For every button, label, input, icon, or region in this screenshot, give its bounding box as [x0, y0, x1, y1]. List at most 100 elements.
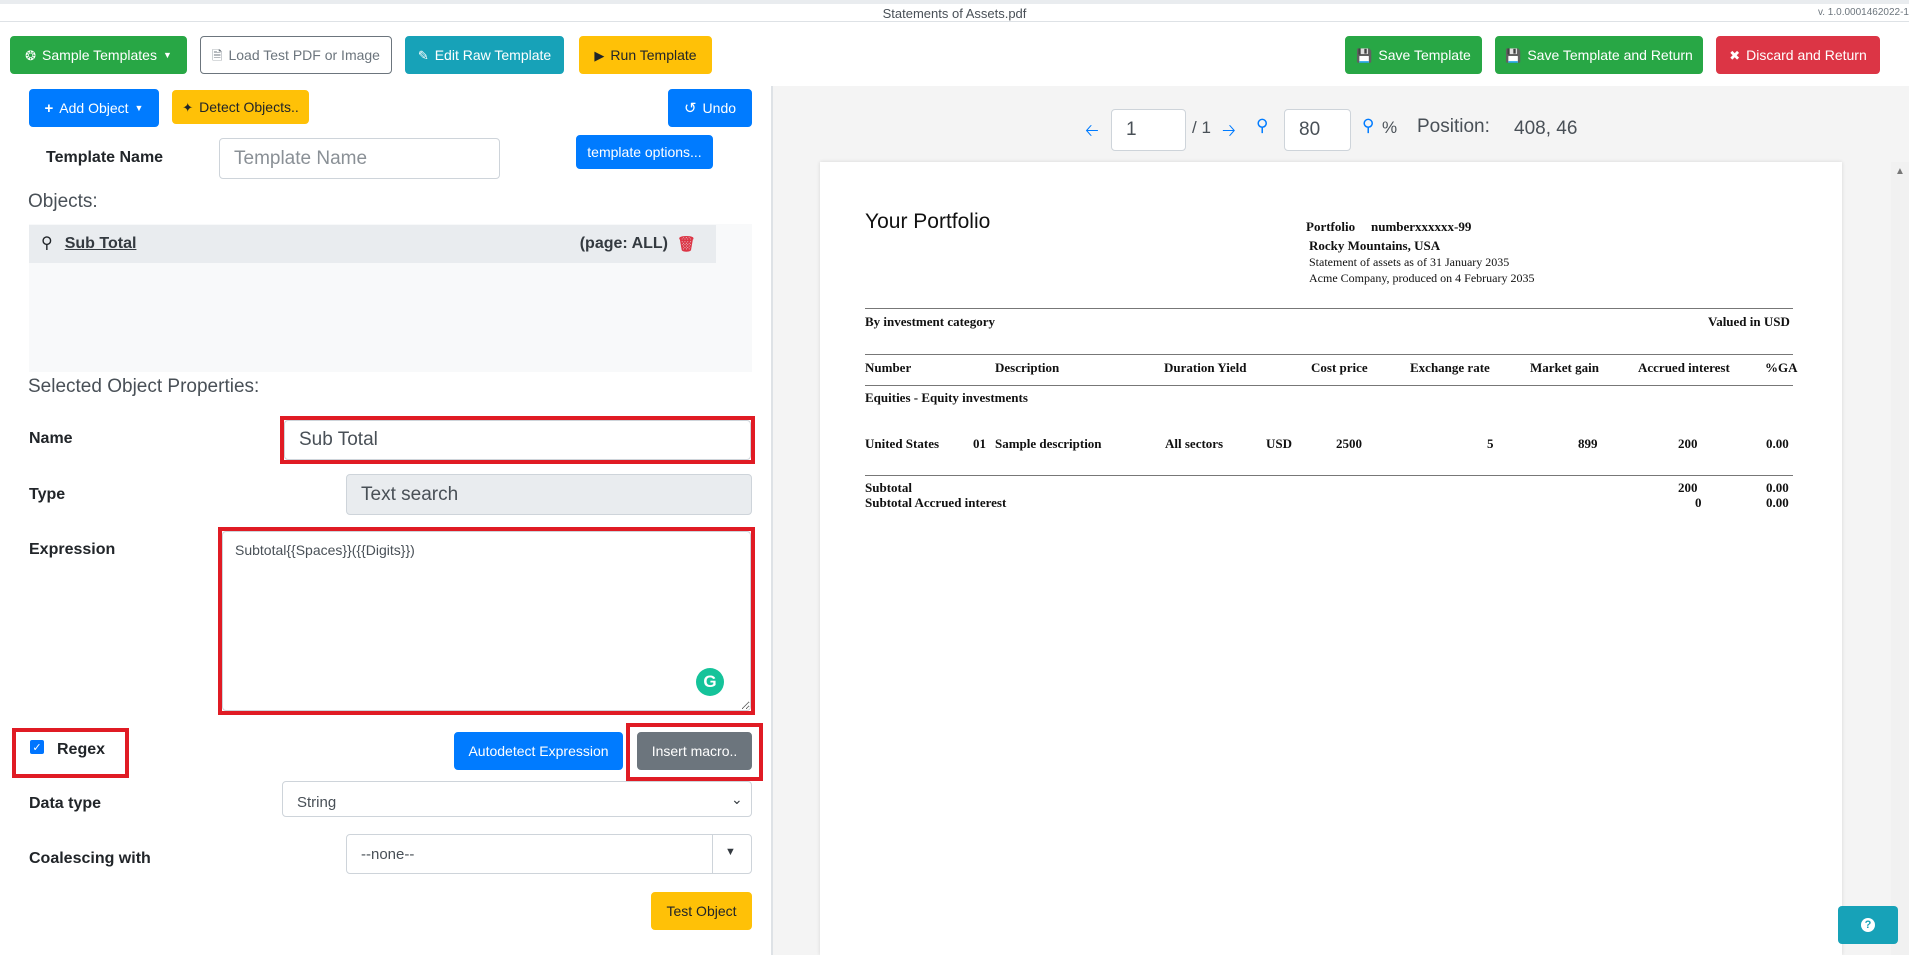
pdf-col-market-gain: Market gain	[1530, 360, 1599, 375]
page-number-input[interactable]: 1	[1111, 109, 1186, 151]
data-type-select[interactable]: String	[282, 781, 752, 817]
pdf-row-sector: All sectors	[1165, 436, 1224, 451]
window-titlebar: Statements of Assets.pdf v. 1.0.00014620…	[0, 0, 1909, 22]
plus-icon: +	[44, 99, 54, 117]
file-pdf-icon: 🗎	[212, 47, 223, 63]
pdf-rule	[865, 475, 1793, 476]
position-label: Position:	[1417, 116, 1490, 137]
pdf-row-description: Sample description	[995, 436, 1102, 451]
pdf-subtotal-accrued-ga: 0.00	[1766, 495, 1789, 510]
trash-icon[interactable]: 🗑	[677, 235, 696, 253]
zoom-out-icon[interactable]: ⚲	[1256, 116, 1268, 136]
pdf-row-accrued: 200	[1678, 436, 1698, 451]
pdf-row-code: 01	[973, 436, 986, 451]
insert-macro-highlight	[626, 723, 763, 781]
detect-objects-button[interactable]: ✦ Detect Objects..	[172, 90, 309, 124]
template-name-label: Template Name	[46, 149, 164, 166]
add-object-button[interactable]: + Add Object ▼	[29, 89, 159, 127]
pdf-rule	[865, 308, 1793, 309]
pdf-portfolio-number: numberxxxxxx-99	[1371, 219, 1472, 234]
regex-highlight	[12, 728, 129, 778]
pdf-rule	[865, 385, 1793, 386]
objects-label: Objects:	[28, 191, 98, 212]
list-item[interactable]: ⚲ Sub Total (page: ALL) 🗑	[29, 225, 716, 263]
zoom-input[interactable]: 80	[1284, 109, 1351, 151]
template-options-button[interactable]: template options...	[576, 135, 713, 169]
pdf-location: Rocky Mountains, USA	[1309, 238, 1441, 253]
autodetect-expression-button[interactable]: Autodetect Expression	[454, 732, 623, 770]
search-icon: ⚲	[41, 235, 53, 252]
arrow-left-icon[interactable]: 🡠	[1085, 118, 1099, 147]
run-template-button[interactable]: ▶ Run Template	[579, 36, 712, 74]
zoom-unit: %	[1382, 118, 1398, 137]
pdf-col-number: Number	[865, 360, 912, 375]
coalescing-label: Coalescing with	[29, 850, 151, 867]
pdf-row-cost: 2500	[1336, 436, 1362, 451]
sample-templates-button[interactable]: ❂ Sample Templates ▼	[10, 36, 187, 74]
object-page: (page: ALL)	[579, 235, 668, 252]
chevron-down-icon: ⌄	[731, 791, 743, 807]
save-icon: 💾	[1505, 47, 1522, 63]
edit-raw-template-button[interactable]: ✎ Edit Raw Template	[405, 36, 564, 74]
pdf-col-accrued: Accrued interest	[1638, 360, 1730, 375]
pdf-col-exchange: Exchange rate	[1410, 360, 1490, 375]
pdf-heading: Your Portfolio	[865, 210, 991, 233]
pdf-subtotal-value: 200	[1678, 480, 1698, 495]
coalescing-select[interactable]: --none--	[346, 834, 752, 874]
pdf-row-currency: USD	[1266, 436, 1293, 451]
object-name[interactable]: Sub Total	[65, 235, 137, 253]
chevron-down-icon: ▼	[134, 102, 144, 113]
test-object-button[interactable]: Test Object	[651, 892, 752, 930]
pdf-subtotal-accrued-value: 0	[1695, 495, 1702, 510]
pdf-subtotal-ga: 0.00	[1766, 480, 1789, 495]
arrow-right-icon[interactable]: 🡢	[1222, 118, 1236, 147]
save-template-button[interactable]: 💾 Save Template	[1345, 36, 1482, 74]
pdf-row-exchange: 5	[1487, 436, 1494, 451]
pdf-subtotal-label: Subtotal	[865, 480, 912, 495]
pdf-page[interactable]: Your Portfolio Portfolio numberxxxxxx-99…	[820, 162, 1842, 955]
chevron-down-icon[interactable]: ▼	[725, 846, 736, 858]
template-name-input[interactable]: Template Name	[219, 138, 500, 179]
discard-and-return-button[interactable]: ✖ Discard and Return	[1716, 36, 1880, 74]
window-title: Statements of Assets.pdf	[882, 6, 1027, 21]
viewer-scrollbar[interactable]	[1891, 162, 1909, 955]
data-type-label: Data type	[29, 795, 102, 812]
question-icon: ?	[1861, 918, 1875, 932]
edit-icon: ✎	[417, 47, 429, 63]
pdf-col-cost: Cost price	[1311, 360, 1368, 375]
expression-label: Expression	[29, 541, 116, 558]
pdf-produced-line: Acme Company, produced on 4 February 203…	[1309, 271, 1535, 285]
play-icon: ▶	[594, 47, 605, 63]
pdf-row-ga: 0.00	[1766, 436, 1789, 451]
zoom-in-icon[interactable]: ⚲	[1362, 116, 1374, 136]
undo-button[interactable]: ↺ Undo	[668, 89, 752, 127]
expression-highlight	[218, 527, 755, 715]
name-highlight	[280, 416, 755, 464]
type-label: Type	[29, 486, 66, 503]
pdf-row-market-gain: 899	[1578, 436, 1598, 451]
chevron-down-icon: ▼	[162, 49, 172, 60]
life-ring-icon: ❂	[25, 47, 37, 63]
pdf-col-description: Description	[995, 360, 1060, 375]
pdf-section: Equities - Equity investments	[865, 390, 1028, 405]
undo-icon: ↺	[683, 99, 697, 117]
pdf-col-duration: Duration Yield	[1164, 360, 1247, 375]
scroll-up-icon[interactable]: ▲	[1895, 166, 1905, 177]
type-input: Text search	[346, 474, 752, 515]
page-total: / 1	[1192, 118, 1211, 137]
name-label: Name	[29, 430, 73, 447]
load-test-pdf-button[interactable]: 🗎 Load Test PDF or Image	[200, 36, 392, 74]
save-icon: 💾	[1356, 47, 1373, 63]
help-button[interactable]: ?	[1838, 906, 1898, 944]
magic-wand-icon: ✦	[182, 99, 194, 115]
pdf-statement-line: Statement of assets as of 31 January 203…	[1309, 255, 1510, 269]
pdf-col-ga: %GA	[1765, 360, 1798, 375]
pdf-portfolio-label: Portfolio	[1306, 219, 1356, 234]
select-separator	[712, 835, 713, 873]
save-template-and-return-button[interactable]: 💾 Save Template and Return	[1495, 36, 1703, 74]
pdf-row-number: United States	[865, 436, 940, 451]
pdf-valued-in: Valued in USD	[1708, 314, 1790, 329]
selected-object-properties-label: Selected Object Properties:	[28, 376, 260, 397]
pdf-category-label: By investment category	[865, 314, 995, 329]
position-value: 408, 46	[1514, 118, 1578, 139]
